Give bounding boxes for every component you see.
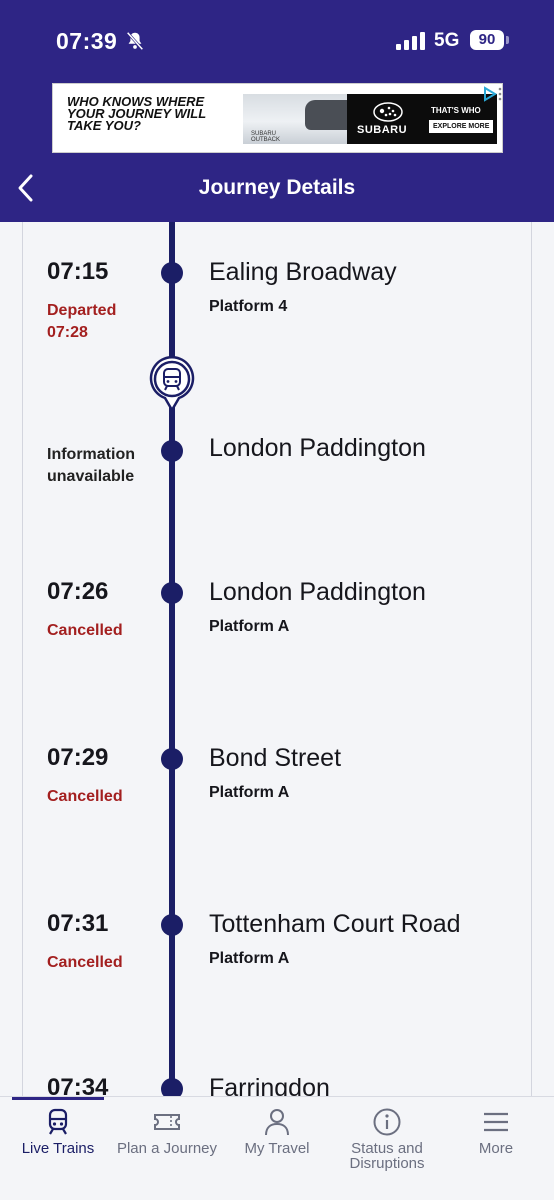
tab-label: Status and Disruptions <box>349 1140 425 1172</box>
tab-plan-journey[interactable]: Plan a Journey <box>112 1107 222 1189</box>
advert-model-caption: SUBARU OUTBACK <box>251 131 281 143</box>
stop-name: London Paddington <box>209 434 426 462</box>
stop-dot <box>161 440 183 462</box>
tab-status-disruptions[interactable]: Status and Disruptions <box>332 1107 442 1189</box>
status-bar: 07:39 5G 90 <box>0 22 554 62</box>
stop-platform: Platform A <box>209 950 290 967</box>
explore-more-button[interactable]: EXPLORE MORE <box>429 120 494 133</box>
stop-status: Information unavailable <box>47 446 135 485</box>
navigation-bar: Journey Details <box>0 160 554 216</box>
advert-tagline: THAT'S WHO <box>431 106 481 115</box>
stop-status: Cancelled <box>47 788 123 805</box>
stop-time: 07:31 <box>47 910 109 937</box>
bottom-tab-bar: Live Trains Plan a Journey My Travel Sta… <box>0 1096 554 1200</box>
advert-headline: WHO KNOWS WHERE YOUR JOURNEY WILL TAKE Y… <box>67 94 206 133</box>
stop-status: Cancelled <box>47 954 123 971</box>
stop-time: 07:15 <box>47 258 109 285</box>
clock: 07:39 <box>56 28 118 54</box>
tab-label: Live Trains <box>21 1140 95 1157</box>
stop-platform: Platform 4 <box>209 298 288 315</box>
battery-level: 90 <box>470 30 504 50</box>
menu-icon <box>484 1112 508 1132</box>
journey-timeline: 07:15 Departed 07:28 Ealing Broadway Pla… <box>22 222 532 1100</box>
page-title: Journey Details <box>198 176 356 199</box>
stop-name: Tottenham Court Road <box>209 910 461 938</box>
adchoices-icon[interactable] <box>483 86 503 104</box>
cellular-signal-icon <box>396 32 425 50</box>
stop-dot <box>161 262 183 284</box>
subaru-logo-icon <box>373 102 403 122</box>
silent-bell-icon <box>126 31 144 51</box>
battery-cap <box>506 36 509 44</box>
stop-dot <box>161 582 183 604</box>
stop-name: London Paddington <box>209 578 426 606</box>
stop-name: Bond Street <box>209 744 342 772</box>
tab-label: My Travel <box>244 1140 310 1157</box>
ticket-icon <box>154 1114 180 1130</box>
active-tab-indicator <box>12 1097 104 1100</box>
network-type: 5G <box>434 30 460 51</box>
stop-time: 07:26 <box>47 578 109 605</box>
stop-dot <box>161 914 183 936</box>
train-icon <box>48 1108 68 1135</box>
tab-live-trains[interactable]: Live Trains <box>3 1107 113 1189</box>
info-icon <box>373 1108 401 1136</box>
tab-label: Plan a Journey <box>116 1140 218 1157</box>
stop-name: Ealing Broadway <box>209 258 397 286</box>
person-icon <box>265 1109 289 1136</box>
app-header: 07:39 5G 90 WHO KNOWS WHERE YOUR JOURNEY… <box>0 0 554 222</box>
stop-platform: Platform A <box>209 784 290 801</box>
tab-my-travel[interactable]: My Travel <box>222 1107 332 1189</box>
advert-brand-panel: SUBARU THAT'S WHO EXPLORE MORE <box>347 94 497 144</box>
stop-time: 07:29 <box>47 744 109 771</box>
stop-status: Departed 07:28 <box>47 302 117 341</box>
stop-status: Cancelled <box>47 622 123 639</box>
route-line <box>169 222 175 1100</box>
tab-more[interactable]: More <box>441 1107 551 1189</box>
stop-dot <box>161 748 183 770</box>
tab-label: More <box>478 1140 514 1157</box>
advert-brand: SUBARU <box>357 124 408 136</box>
train-location-icon <box>149 356 195 412</box>
stop-platform: Platform A <box>209 618 290 635</box>
advert-banner[interactable]: WHO KNOWS WHERE YOUR JOURNEY WILL TAKE Y… <box>52 83 503 153</box>
